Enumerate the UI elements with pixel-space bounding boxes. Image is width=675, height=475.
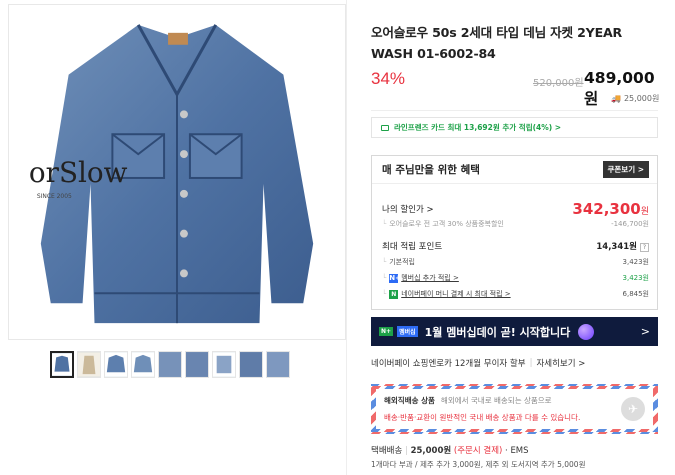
member-points-value: 3,423원 (622, 274, 649, 282)
membership-badge: 멤버십 (397, 326, 418, 337)
basic-points-label: 기본적립 (389, 258, 415, 266)
product-gallery: orSlow SINCE 2005 (0, 0, 346, 475)
overseas-shipping-notice: 해외직배송 상품 해외에서 국내로 배송되는 상품으로 배송·반품·교환이 원반적… (371, 384, 658, 434)
installment-info: 네이버페이 쇼핑엔로카 12개월 무이자 할부 | 자세히보기 > (371, 357, 586, 369)
discount-desc: 오어슬로우 전 고객 30% 상품중복할인 (389, 220, 504, 228)
membership-day-banner[interactable]: N+ 멤버십 1월 멤버십데이 곧! 시작합니다 > (371, 317, 658, 346)
card-promo-text: 라인프렌즈 카드 최대 13,692원 추가 적립(4%) > (394, 123, 562, 132)
thumbnail-1[interactable] (50, 351, 74, 378)
points-value: 14,341원 (596, 242, 637, 252)
member-points-row: └ N+멤버십 추가 적립 > 3,423원 (382, 273, 649, 283)
delivery-carrier: EMS (510, 446, 529, 456)
installment-detail-link[interactable]: 자세히보기 > (536, 357, 585, 369)
benefit-heading: 매 주님만을 위한 혜택 (382, 164, 480, 176)
help-icon[interactable]: ? (640, 243, 649, 252)
shipping-fee-value: 25,000원 (623, 94, 660, 103)
brand-logo-subtext: SINCE 2005 (37, 193, 72, 200)
member-points-link[interactable]: 멤버십 추가 적립 > (401, 274, 459, 282)
thumbnail-9[interactable] (266, 351, 290, 378)
product-title: 오어슬로우 50s 2세대 타입 데님 자켓 2YEAR WASH 01-600… (371, 25, 623, 61)
points-label: 최대 적립 포인트 (382, 242, 443, 252)
overseas-desc: 해외에서 국내로 배송되는 상품으로 (440, 396, 552, 405)
thumbnail-strip (50, 351, 290, 378)
coupon-button[interactable]: 쿠폰보기 > (602, 161, 649, 178)
brand-logo-text: orSlow (29, 156, 128, 189)
points-row: 최대 적립 포인트 14,341원? (382, 240, 649, 252)
delivery-method: 택배배송 (371, 446, 403, 456)
basic-points-value: 3,423원 (622, 258, 649, 266)
discount-rate: 34% (371, 69, 406, 88)
npay-points-link[interactable]: 네이버페이 머니 결제 시 최대 적립 > (401, 290, 510, 298)
thumbnail-8[interactable] (239, 351, 263, 378)
npay-icon: N (389, 289, 399, 299)
shipping-fee: 🚚 25,000원 (611, 93, 659, 104)
membership-plus-icon: N+ (389, 273, 401, 283)
thumbnail-4[interactable] (131, 351, 155, 378)
chevron-right-icon: > (640, 325, 650, 338)
delivery-fee: 25,000원 (410, 446, 452, 456)
my-price-label[interactable]: 나의 할인가 > (382, 203, 434, 215)
main-product-image[interactable]: orSlow SINCE 2005 (8, 4, 346, 340)
npay-points-value: 6,845원 (622, 290, 649, 298)
my-price-unit: 원 (640, 207, 649, 217)
delivery-extra: 1개마다 부과 / 제주 추가 3,000원, 제주 외 도서지역 추가 5,0… (371, 460, 586, 469)
my-price-row: 나의 할인가 > 342,300원 (382, 200, 649, 218)
thumbnail-3[interactable] (104, 351, 128, 378)
delivery-fee-note: (주문시 결제) (453, 446, 503, 456)
discount-amount: -146,700원 (611, 220, 649, 228)
installment-text: 네이버페이 쇼핑엔로카 12개월 무이자 할부 (371, 359, 526, 369)
my-price-value: 342,300 (572, 200, 641, 218)
truck-icon: 🚚 (611, 94, 621, 103)
discount-desc-row: └ 오어슬로우 전 고객 30% 상품중복할인 -146,700원 (382, 220, 649, 228)
npay-points-row: └ N 네이버페이 머니 결제 시 최대 적립 > 6,845원 (382, 289, 649, 299)
thumbnail-2[interactable] (77, 351, 101, 378)
benefit-panel: 매 주님만을 위한 혜택 쿠폰보기 > 나의 할인가 > 342,300원 └ 오… (371, 155, 658, 310)
thumbnail-5[interactable] (158, 351, 182, 378)
membership-orb-icon (578, 323, 595, 340)
card-promo-link[interactable]: 라인프렌즈 카드 최대 13,692원 추가 적립(4%) > (371, 117, 658, 138)
npay-plus-badge: N+ (379, 327, 394, 336)
banner-text: 1월 멤버십데이 곧! 시작합니다 (424, 325, 571, 339)
divider (371, 110, 658, 111)
delivery-info: 택배배송 | 25,000원 (주문시 결제) · EMS (371, 446, 529, 456)
thumbnail-6[interactable] (185, 351, 209, 378)
denim-jacket-image: orSlow SINCE 2005 (9, 5, 345, 339)
thumbnail-7[interactable] (212, 351, 236, 378)
overseas-title: 해외직배송 상품 (384, 396, 435, 405)
column-divider (346, 0, 347, 475)
airplane-icon: ✈ (621, 397, 645, 421)
credit-card-icon (381, 124, 389, 131)
original-price: 520,000원 (533, 78, 584, 89)
basic-points-row: └ 기본적립 3,423원 (382, 258, 649, 266)
overseas-warning: 배송·반품·교환이 원반적인 국내 배송 상품과 다를 수 있습니다. (384, 413, 581, 422)
